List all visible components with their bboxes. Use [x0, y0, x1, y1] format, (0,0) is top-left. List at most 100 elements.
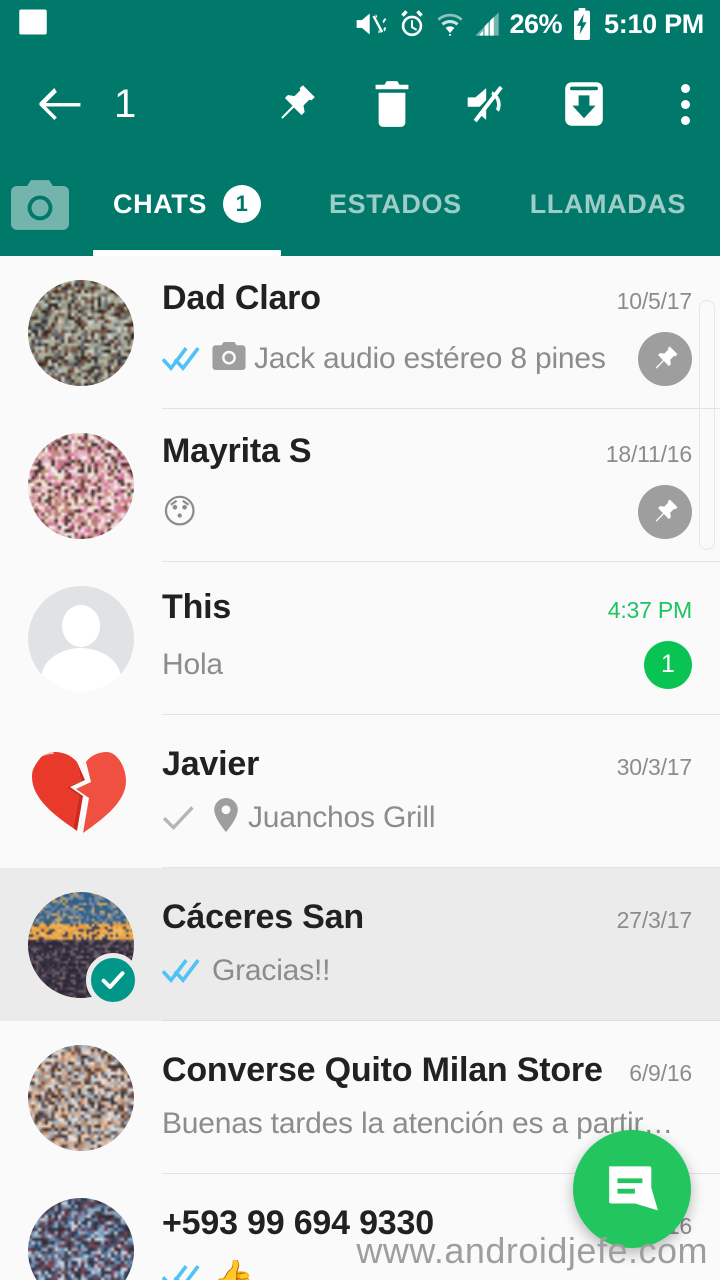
avatar-body — [41, 647, 121, 692]
avatar-wrapper — [0, 1021, 162, 1174]
tab-estados-label: ESTADOS — [329, 188, 462, 219]
chat-list-item[interactable]: Mayrita S 18/11/16 😯 — [0, 409, 720, 562]
new-chat-fab[interactable] — [573, 1130, 691, 1248]
battery-charging-icon — [571, 8, 593, 40]
chat-row-bottom: Jack audio estéreo 8 pines — [162, 331, 692, 386]
chat-preview-message: Buenas tardes la atención es a partir… — [162, 1106, 674, 1140]
tab-estados[interactable]: ESTADOS — [295, 160, 496, 256]
chat-list-item[interactable]: This 4:37 PM Hola 1 — [0, 562, 720, 715]
chat-row-bottom: 😯 — [162, 484, 692, 539]
broken-heart-icon — [32, 749, 126, 833]
chat-row-top: Mayrita S 18/11/16 — [162, 432, 692, 471]
photo-icon — [18, 9, 48, 40]
status-clock: 5:10 PM — [604, 8, 704, 39]
chat-preview-message: Juanchos Grill — [248, 800, 436, 834]
wifi-icon — [436, 10, 464, 38]
unread-count-badge: 1 — [644, 640, 692, 689]
tab-chats-badge: 1 — [223, 185, 261, 223]
chat-name: This — [162, 588, 232, 627]
alarm-icon — [397, 9, 427, 39]
avatar-wrapper — [0, 715, 162, 868]
avatar — [28, 1044, 134, 1151]
chat-name: Javier — [162, 745, 260, 784]
avatar-image — [28, 279, 134, 386]
avatar-wrapper — [0, 1174, 162, 1280]
selected-count: 1 — [114, 82, 137, 126]
volume-mute-vibrate-icon — [354, 9, 388, 39]
chat-time: 30/3/17 — [616, 754, 693, 781]
mute-button[interactable] — [464, 80, 512, 128]
avatar-wrapper — [0, 868, 162, 1021]
avatar-head — [62, 604, 100, 647]
chat-row-trailing: 1 — [634, 640, 692, 689]
pin-badge-icon — [638, 331, 692, 386]
chat-row-top: Dad Claro 10/5/17 — [162, 279, 692, 318]
battery-percent: 26% — [509, 8, 563, 39]
chat-row-body: Cáceres San 27/3/17 Gracias!! — [162, 868, 696, 1021]
chat-list-item-selected[interactable]: Cáceres San 27/3/17 Gracias!! — [0, 868, 720, 1021]
pin-button[interactable] — [272, 80, 320, 128]
chat-row-top: Converse Quito Milan Store 6/9/16 — [162, 1051, 692, 1090]
double-check-blue-icon — [162, 958, 204, 984]
chat-list-item[interactable]: Javier 30/3/17 Juanchos Grill — [0, 715, 720, 868]
chat-row-body: This 4:37 PM Hola 1 — [162, 562, 696, 715]
chat-name: Cáceres San — [162, 898, 364, 937]
chat-time: 18/11/16 — [605, 441, 692, 468]
avatar — [28, 1197, 134, 1280]
avatar — [28, 432, 134, 539]
chat-row-top: Cáceres San 27/3/17 — [162, 898, 692, 937]
chat-time: 6/9/16 — [629, 1060, 692, 1087]
delete-button[interactable] — [368, 80, 416, 128]
avatar-broken-heart — [28, 738, 134, 845]
avatar-wrapper — [0, 409, 162, 562]
scrollbar-thumb[interactable] — [699, 300, 715, 550]
chat-name: +593 99 694 9330 — [162, 1204, 434, 1243]
tab-chats-label: CHATS — [113, 188, 207, 219]
avatar-image — [28, 1197, 134, 1280]
double-check-blue-icon — [162, 346, 204, 372]
avatar-wrapper — [0, 256, 162, 409]
chat-preview-message: 👍 — [212, 1259, 255, 1280]
more-options-button[interactable] — [670, 80, 700, 128]
chat-name: Converse Quito Milan Store — [162, 1051, 603, 1090]
archive-button[interactable] — [560, 80, 608, 128]
chat-preview-message: Gracias!! — [212, 953, 331, 987]
chat-row-top: This 4:37 PM — [162, 588, 692, 627]
tab-llamadas[interactable]: LLAMADAS — [496, 160, 720, 256]
tab-chats[interactable]: CHATS 1 — [79, 160, 295, 256]
camera-icon — [212, 342, 246, 375]
double-check-blue-icon — [162, 1264, 204, 1280]
tab-camera[interactable] — [0, 160, 79, 256]
single-check-gray-icon — [162, 805, 196, 831]
chat-list-item[interactable]: Dad Claro 10/5/17 Jack audio estéreo 8 p… — [0, 256, 720, 409]
whatsapp-chats-screen: 26% 5:10 PM 1 CHATS 1 ESTADOS LLAMADAS D… — [0, 0, 720, 1280]
chat-row-trailing — [628, 331, 692, 386]
avatar-image — [28, 1044, 134, 1151]
back-button[interactable] — [34, 78, 86, 130]
chat-row-trailing — [628, 484, 692, 539]
dot — [680, 83, 690, 93]
tab-bar: CHATS 1 ESTADOS LLAMADAS — [0, 160, 720, 256]
chat-name: Mayrita S — [162, 432, 312, 471]
chat-preview-message: Hola — [162, 647, 223, 681]
chat-list[interactable]: Dad Claro 10/5/17 Jack audio estéreo 8 p… — [0, 256, 720, 1280]
avatar — [28, 279, 134, 386]
avatar-image — [28, 432, 134, 539]
tab-llamadas-label: LLAMADAS — [529, 188, 686, 219]
location-pin-icon — [212, 798, 240, 837]
chat-row-bottom: Hola 1 — [162, 640, 692, 689]
avatar-default-person — [28, 585, 134, 692]
status-right-icons: 26% 5:10 PM — [354, 8, 704, 40]
chat-row-body: Javier 30/3/17 Juanchos Grill — [162, 715, 696, 868]
chat-time: 4:37 PM — [607, 597, 692, 624]
chat-preview-message: Jack audio estéreo 8 pines — [254, 341, 606, 375]
chat-row-bottom: Gracias!! — [162, 951, 692, 991]
dot — [680, 99, 690, 109]
selection-action-bar: 1 — [0, 48, 720, 160]
avatar-wrapper — [0, 562, 162, 715]
chat-time: 10/5/17 — [616, 288, 693, 315]
chat-name: Dad Claro — [162, 279, 321, 318]
status-left-icons — [18, 9, 48, 40]
chat-row-body: Dad Claro 10/5/17 Jack audio estéreo 8 p… — [162, 256, 696, 409]
status-bar: 26% 5:10 PM — [0, 0, 720, 48]
